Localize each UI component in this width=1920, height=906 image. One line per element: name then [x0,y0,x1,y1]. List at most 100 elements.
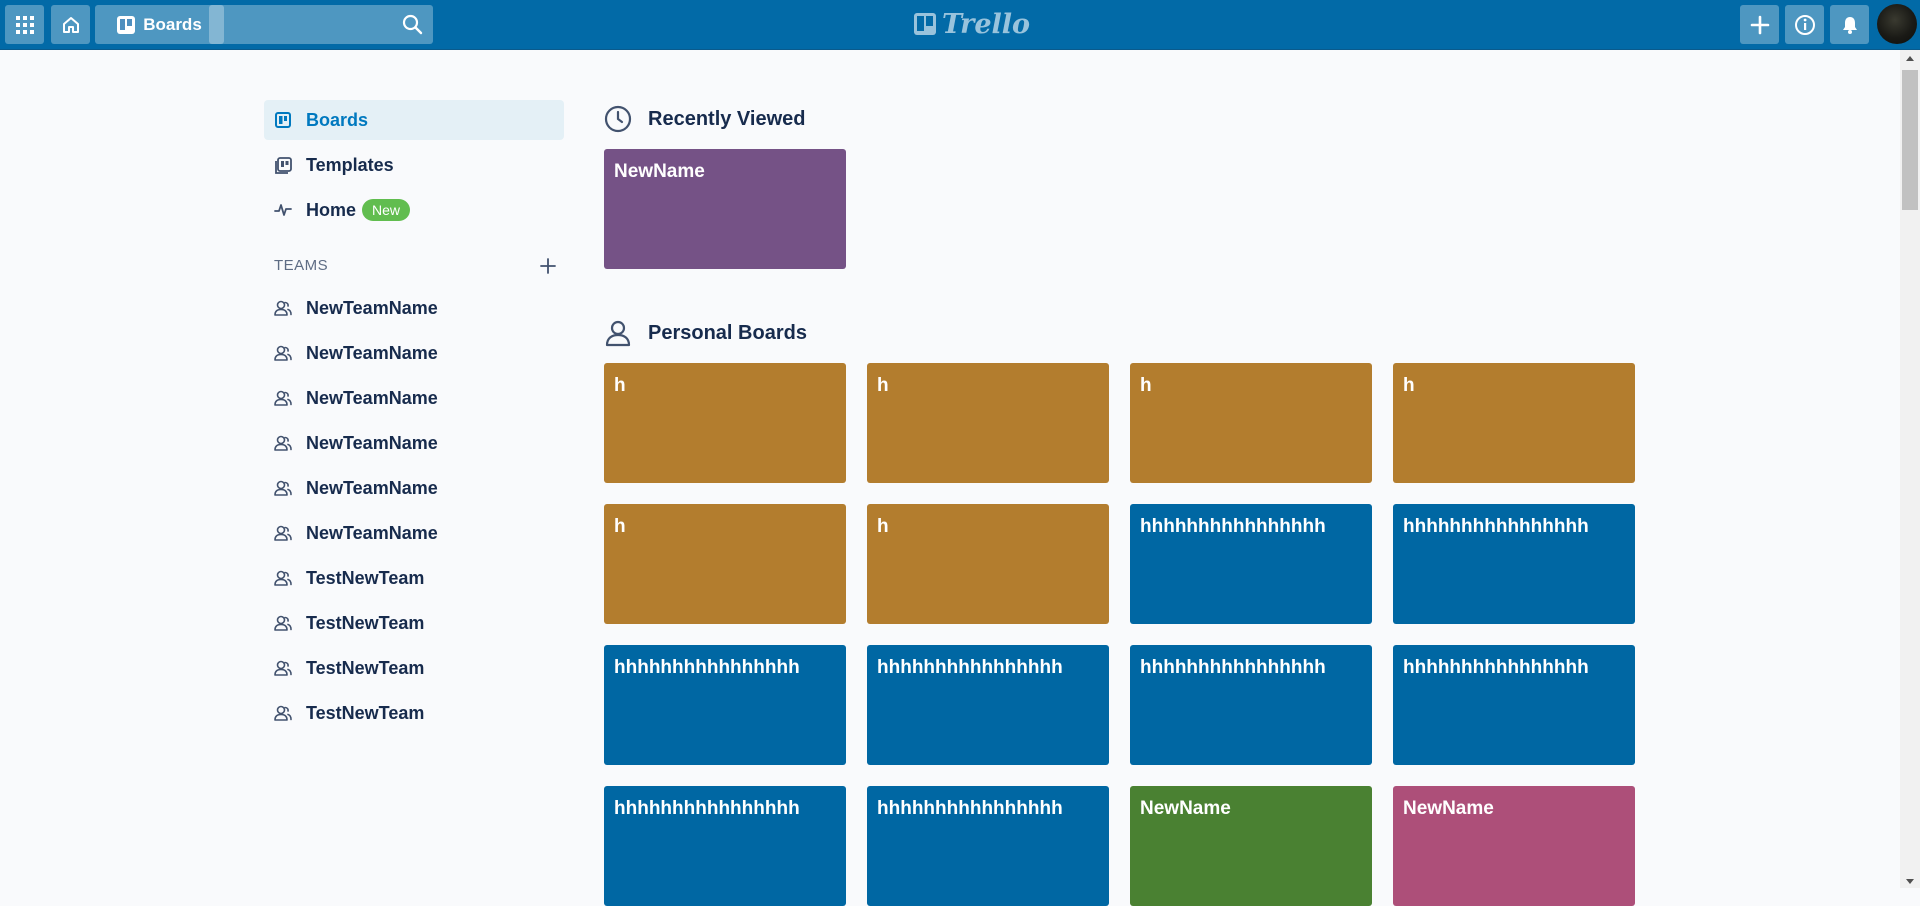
board-tile[interactable]: h [604,363,846,483]
team-icon [272,477,294,499]
info-button[interactable] [1785,5,1824,44]
personal-boards-heading: Personal Boards [604,319,807,347]
team-icon [272,567,294,589]
board-icon [272,109,294,131]
top-header: Boards Trello [0,0,1920,50]
notifications-button[interactable] [1830,5,1869,44]
sidebar-item-boards[interactable]: Boards [264,100,564,140]
team-icon [272,702,294,724]
board-title: hhhhhhhhhhhhhhhh [1140,657,1326,678]
team-icon [272,432,294,454]
board-tile[interactable]: hhhhhhhhhhhhhhhh [1393,645,1635,765]
board-title: hhhhhhhhhhhhhhhh [877,657,1063,678]
sidebar-item-home[interactable]: Home New [264,190,564,230]
trello-logo-text: Trello [942,8,1031,40]
new-badge: New [362,199,411,221]
board-title: hhhhhhhhhhhhhhhh [1403,657,1589,678]
board-title: h [1403,375,1415,396]
board-tile[interactable]: hhhhhhhhhhhhhhhh [867,786,1109,906]
team-icon [272,387,294,409]
board-tile[interactable]: NewName [1130,786,1372,906]
home-button[interactable] [51,5,90,44]
board-tile[interactable]: h [1393,363,1635,483]
team-name: TestNewTeam [306,612,425,633]
activity-icon [272,199,294,221]
scroll-up-arrow-icon[interactable] [1906,56,1914,61]
plus-icon [1750,15,1769,34]
scrollbar-thumb[interactable] [1902,70,1918,210]
team-icon [272,657,294,679]
scroll-down-arrow-icon[interactable] [1906,879,1914,884]
sidebar-item-label: Home [306,199,357,220]
board-tile[interactable]: hhhhhhhhhhhhhhhh [867,645,1109,765]
home-icon [62,16,79,33]
team-icon [272,522,294,544]
board-title: h [614,516,626,537]
sidebar-team-item[interactable]: TestNewTeam [264,650,564,686]
teams-heading: TEAMS [274,257,329,274]
add-team-button[interactable] [540,258,556,279]
board-tile[interactable]: hhhhhhhhhhhhhhhh [604,786,846,906]
board-title: h [614,375,626,396]
board-title: h [1140,375,1152,396]
create-button[interactable] [1740,5,1779,44]
team-icon [272,297,294,319]
board-title: hhhhhhhhhhhhhhhh [614,657,800,678]
board-tile[interactable]: h [604,504,846,624]
grid-icon [15,15,34,34]
board-tile[interactable]: NewName [604,149,846,269]
sidebar-team-item[interactable]: TestNewTeam [264,605,564,641]
team-name: NewTeamName [306,477,438,498]
board-title: hhhhhhhhhhhhhhhh [1140,516,1326,537]
team-name: TestNewTeam [306,567,425,588]
sidebar-team-item[interactable]: NewTeamName [264,290,564,326]
sidebar-team-item[interactable]: TestNewTeam [264,695,564,731]
trello-logo-icon [914,13,936,35]
sidebar-item-label: Templates [306,154,394,175]
board-icon [117,15,136,34]
bell-icon [1842,16,1857,34]
sidebar-team-item[interactable]: NewTeamName [264,335,564,371]
team-name: TestNewTeam [306,657,425,678]
board-title: hhhhhhhhhhhhhhhh [1403,516,1589,537]
board-tile[interactable]: hhhhhhhhhhhhhhhh [604,645,846,765]
sidebar-item-templates[interactable]: Templates [264,145,564,185]
recently-viewed-heading: Recently Viewed [604,105,805,133]
board-tile[interactable]: hhhhhhhhhhhhhhhh [1130,504,1372,624]
board-tile[interactable]: hhhhhhhhhhhhhhhh [1130,645,1372,765]
plus-icon [540,258,556,274]
team-name: NewTeamName [306,432,438,453]
board-title: NewName [1140,798,1231,819]
board-tile[interactable]: NewName [1393,786,1635,906]
team-icon [272,612,294,634]
sidebar-team-item[interactable]: NewTeamName [264,515,564,551]
board-tile[interactable]: h [1130,363,1372,483]
info-icon [1794,14,1815,35]
templates-icon [272,154,294,176]
board-tile[interactable]: h [867,504,1109,624]
clock-icon [604,105,632,133]
board-tile[interactable]: hhhhhhhhhhhhhhhh [1393,504,1635,624]
board-title: h [877,375,889,396]
sidebar-team-item[interactable]: NewTeamName [264,380,564,416]
board-tile[interactable]: h [867,363,1109,483]
team-name: TestNewTeam [306,702,425,723]
team-name: NewTeamName [306,342,438,363]
avatar[interactable] [1877,4,1917,44]
boards-button[interactable]: Boards [95,5,224,44]
trello-logo[interactable]: Trello [914,8,1031,40]
board-title: hhhhhhhhhhhhhhhh [614,798,800,819]
sidebar-team-item[interactable]: NewTeamName [264,425,564,461]
apps-menu-button[interactable] [5,5,44,44]
page-scrollbar[interactable] [1900,50,1920,888]
sidebar-team-item[interactable]: NewTeamName [264,470,564,506]
search-input[interactable] [209,5,433,44]
sidebar-team-item[interactable]: TestNewTeam [264,560,564,596]
boards-button-label: Boards [143,14,202,34]
personal-boards-title: Personal Boards [648,321,807,344]
team-icon [272,342,294,364]
person-icon [605,320,631,347]
team-name: NewTeamName [306,522,438,543]
team-name: NewTeamName [306,297,438,318]
board-title: hhhhhhhhhhhhhhhh [877,798,1063,819]
